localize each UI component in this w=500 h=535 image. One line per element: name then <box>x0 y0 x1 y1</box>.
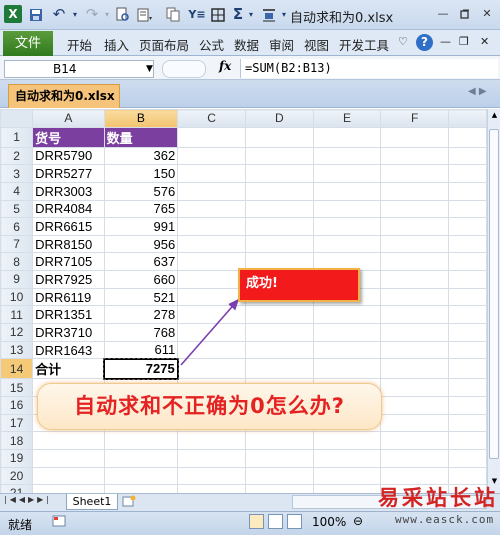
status-ready: 就绪 <box>8 518 33 532</box>
scroll-up-icon[interactable]: ▲ <box>489 111 500 125</box>
sheet-nav-arrows-icon[interactable]: |◀◀▶▶| <box>4 495 52 504</box>
normal-view-icon[interactable] <box>249 514 264 529</box>
sheet-tab-sheet1[interactable]: Sheet1 <box>66 494 118 510</box>
question-banner: 自动求和不正确为0怎么办? <box>37 383 382 430</box>
page-layout-view-icon[interactable] <box>268 514 283 529</box>
page-break-view-icon[interactable] <box>287 514 302 529</box>
zoom-level[interactable]: 100% <box>312 515 346 529</box>
insert-sheet-icon[interactable] <box>122 495 138 509</box>
watermark-url: www.easck.com <box>395 513 495 526</box>
watermark-site-name: 易采站长站 <box>378 485 498 510</box>
scroll-thumb[interactable] <box>489 129 499 459</box>
vertical-scrollbar[interactable]: ▲ ▼ <box>487 109 500 493</box>
success-callout: 成功! <box>238 268 360 302</box>
zoom-out-icon[interactable]: ⊖ <box>353 514 363 528</box>
macro-record-icon[interactable] <box>52 514 66 528</box>
